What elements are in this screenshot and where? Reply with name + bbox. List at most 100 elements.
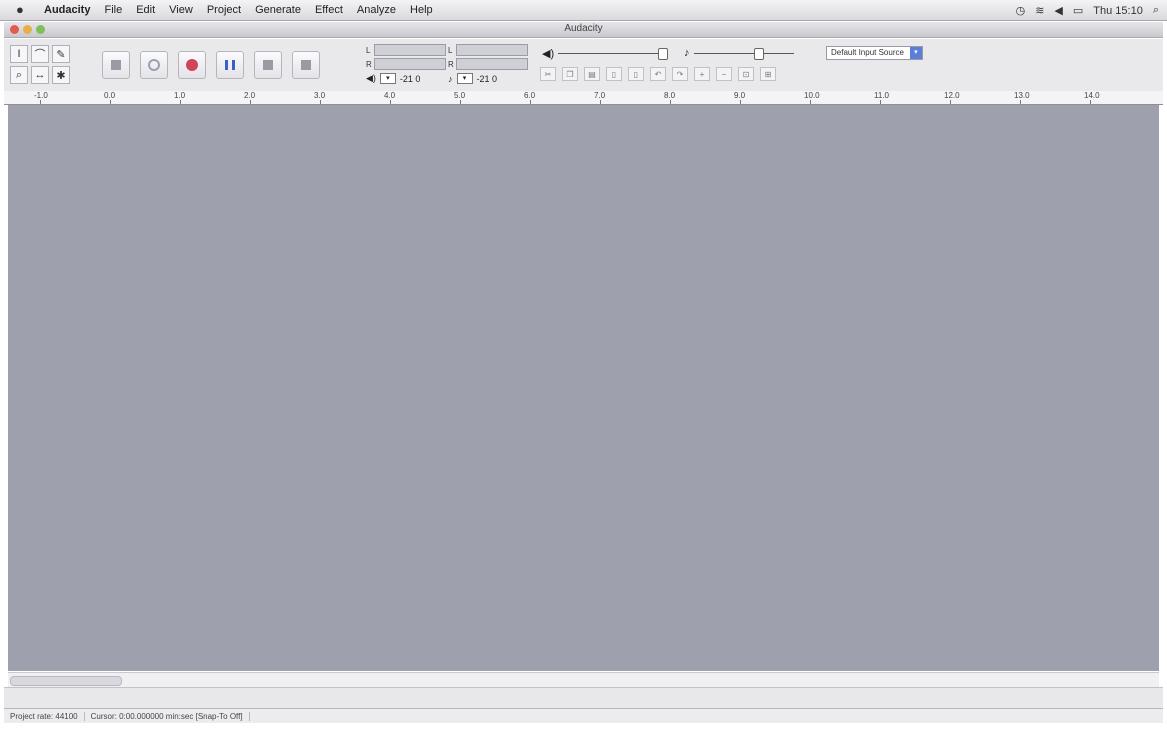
playback-volume-slider[interactable] — [558, 48, 669, 60]
project-rate[interactable]: Project rate: 44100 — [4, 711, 85, 721]
tools-toolbar: I ⌒ ✎ ⌕ ↔ ✱ — [10, 45, 80, 85]
timeline-ruler[interactable]: -1.0 0.0 1.0 2.0 3.0 4.0 5.0 6.0 7.0 8.0 9.0 10.0 11… — [4, 91, 1163, 105]
input-device-value: Default Input Source — [831, 48, 904, 57]
menu-project[interactable]: Project — [207, 4, 241, 16]
ruler-tick-label: 14.0 — [1084, 91, 1100, 100]
ruler-tick-label: 4.0 — [384, 91, 396, 100]
apple-icon[interactable]: ● — [16, 3, 30, 17]
time-machine-icon[interactable]: ◷ — [1016, 4, 1026, 17]
meter-right-label: R — [448, 59, 454, 69]
cut-icon[interactable]: ✂ — [540, 67, 556, 81]
transport-toolbar — [102, 51, 320, 79]
record-meter: L R ♪ ▾ -21 0 — [448, 43, 528, 84]
window-title: Audacity — [564, 23, 603, 34]
playback-meter-right — [374, 58, 446, 70]
record-volume-knob[interactable] — [753, 47, 764, 60]
desktop-edge — [0, 723, 1167, 730]
envelope-tool-icon[interactable]: ⌒ — [31, 45, 49, 63]
skip-end-icon — [301, 60, 311, 70]
edit-toolbar: ✂ ❐ ▤ ▯ ▯ ↶ ↷ + − ⊡ ⊞ — [540, 67, 776, 81]
ruler-tick-mark — [110, 100, 111, 104]
ruler-tick-label: 3.0 — [314, 91, 326, 100]
silence-icon[interactable]: ▯ — [628, 67, 644, 81]
scrollbar-thumb[interactable] — [10, 676, 122, 686]
multi-tool-icon[interactable]: ✱ — [52, 66, 70, 84]
record-button[interactable] — [178, 51, 206, 79]
play-button[interactable] — [140, 51, 168, 79]
record-meter-left — [456, 44, 528, 56]
menu-generate[interactable]: Generate — [255, 4, 301, 16]
record-volume-slider[interactable] — [693, 47, 794, 60]
menu-analyze[interactable]: Analyze — [357, 4, 396, 16]
pause-button[interactable] — [216, 51, 244, 79]
undo-icon[interactable]: ↶ — [650, 67, 666, 81]
ruler-tick-label: 11.0 — [874, 91, 889, 100]
record-meter-dropdown[interactable]: ▾ — [456, 73, 473, 84]
ruler-tick-label: 10.0 — [804, 91, 820, 100]
stop-icon — [263, 60, 273, 70]
window-title-bar: Audacity — [4, 22, 1163, 38]
zoom-out-icon[interactable]: − — [716, 67, 732, 81]
cursor-status: Cursor: 0:00.000000 min:sec [Snap-To Off… — [85, 711, 250, 721]
skip-start-icon — [111, 60, 121, 70]
ruler-tick-label: 2.0 — [244, 91, 256, 100]
ruler-tick-mark — [180, 100, 181, 104]
trim-icon[interactable]: ▯ — [606, 67, 622, 81]
project-rate-label: Project rate: — [10, 711, 54, 721]
clock[interactable]: Thu 15:10 — [1093, 5, 1143, 17]
menu-edit[interactable]: Edit — [136, 4, 155, 16]
playback-meter-dropdown[interactable]: ▾ — [379, 73, 396, 84]
horizontal-scrollbar[interactable] — [8, 672, 1159, 687]
ruler-tick-label: 0.0 — [104, 91, 116, 100]
ruler-tick-mark — [250, 100, 251, 104]
speaker-icon: ◀) — [366, 73, 376, 83]
volume-icon[interactable]: ◀ — [1054, 4, 1062, 17]
menu-app[interactable]: Audacity — [44, 4, 90, 16]
playback-meter-left — [374, 44, 446, 56]
stop-button[interactable] — [254, 51, 282, 79]
play-icon — [148, 59, 160, 71]
selection-toolbar — [4, 687, 1163, 708]
menu-help[interactable]: Help — [410, 4, 433, 16]
ruler-tick-label: 7.0 — [594, 91, 606, 100]
status-bar: Project rate: 44100 Cursor: 0:00.000000 … — [4, 708, 1163, 723]
zoom-in-icon[interactable]: + — [694, 67, 710, 81]
microphone-icon: ♪ — [448, 73, 453, 84]
ruler-tick-label: 9.0 — [734, 91, 746, 100]
wifi-icon[interactable]: ≋ — [1035, 4, 1044, 17]
timeshift-tool-icon[interactable]: ↔ — [31, 66, 49, 84]
playback-volume-knob[interactable] — [658, 48, 669, 60]
menu-view[interactable]: View — [169, 4, 193, 16]
skip-to-end-button[interactable] — [292, 51, 320, 79]
input-device-select[interactable]: Default Input Source ▾ — [826, 46, 923, 60]
zoom-tool-icon[interactable]: ⌕ — [10, 66, 28, 84]
playback-meter: L R ◀) ▾ -21 0 — [366, 43, 446, 84]
fit-selection-icon[interactable]: ⊡ — [738, 67, 754, 81]
track-panel[interactable] — [8, 105, 1159, 671]
meter-left-label: L — [366, 45, 371, 55]
skip-to-start-button[interactable] — [102, 51, 130, 79]
ruler-tick-mark — [810, 100, 811, 104]
ruler-tick-label: -1.0 — [34, 91, 48, 100]
spotlight-icon[interactable]: ⌕ — [1153, 4, 1159, 17]
draw-tool-icon[interactable]: ✎ — [52, 45, 70, 63]
ruler-tick-mark — [600, 100, 601, 104]
selection-tool-icon[interactable]: I — [10, 45, 28, 63]
menu-file[interactable]: File — [104, 4, 122, 16]
redo-icon[interactable]: ↷ — [672, 67, 688, 81]
playback-volume: ◀) — [542, 47, 669, 60]
ruler-tick-mark — [390, 100, 391, 104]
chevron-down-icon: ▾ — [909, 47, 922, 59]
speaker-icon: ◀) — [542, 48, 555, 60]
ruler-tick-mark — [530, 100, 531, 104]
copy-icon[interactable]: ❐ — [562, 67, 578, 81]
meter-right-label: R — [366, 59, 372, 69]
ruler-tick-mark — [950, 100, 951, 104]
menu-effect[interactable]: Effect — [315, 4, 343, 16]
ruler-tick-mark — [740, 100, 741, 104]
ruler-tick-mark — [1090, 100, 1091, 104]
meter-left-label: L — [448, 45, 453, 55]
battery-icon[interactable]: ▭ — [1073, 4, 1083, 17]
fit-project-icon[interactable]: ⊞ — [760, 67, 776, 81]
paste-icon[interactable]: ▤ — [584, 67, 600, 81]
